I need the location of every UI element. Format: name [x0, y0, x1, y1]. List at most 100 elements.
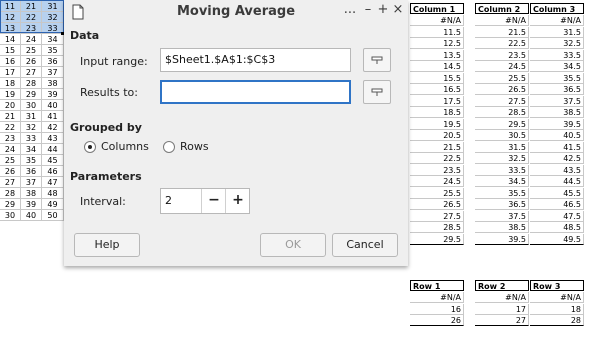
dialog-titlebar[interactable]: Moving Average ... – + ×	[64, 0, 408, 26]
output-cell[interactable]: 19.5	[410, 118, 464, 130]
output-cell[interactable]: 14.5	[410, 61, 464, 72]
output-cell[interactable]: 28.5	[475, 107, 529, 118]
rows-radio[interactable]	[163, 141, 175, 153]
output-cell[interactable]: 12.5	[410, 38, 464, 49]
cancel-button[interactable]: Cancel	[332, 233, 398, 257]
output-cell[interactable]: 18	[530, 303, 584, 315]
input-range-field[interactable]: $Sheet1.$A$1:$C$3	[160, 48, 351, 72]
output-cell[interactable]: 26	[410, 315, 464, 326]
output-cell[interactable]: 48.5	[530, 222, 584, 233]
sheet-cell[interactable]: 40	[42, 100, 64, 111]
output-cell[interactable]: 26.5	[475, 84, 529, 95]
sheet-cell[interactable]: 26	[21, 56, 42, 67]
sheet-cell[interactable]: 14	[0, 34, 21, 45]
sheet-cell[interactable]: 37	[42, 67, 64, 78]
output-cell[interactable]: 11.5	[410, 26, 464, 38]
help-button[interactable]: Help	[74, 233, 140, 257]
output-cell[interactable]: 17	[475, 303, 529, 315]
output-cell[interactable]: 18.5	[410, 107, 464, 118]
output-cell[interactable]: 36.5	[530, 84, 584, 95]
output-cell[interactable]: 33.5	[475, 164, 529, 176]
output-cell[interactable]: 34.5	[475, 176, 529, 187]
sheet-cell[interactable]: 33	[21, 133, 42, 144]
sheet-cell[interactable]: 18	[0, 78, 21, 89]
maximize-icon[interactable]: +	[376, 2, 390, 17]
close-icon[interactable]: ×	[391, 2, 405, 17]
output-cell[interactable]: 31.5	[475, 141, 529, 153]
columns-label[interactable]: Columns	[101, 140, 149, 153]
sheet-cell[interactable]: 41	[42, 111, 64, 122]
sheet-cell[interactable]: 28	[21, 78, 42, 89]
sheet-cell[interactable]: 27	[21, 67, 42, 78]
output-cell[interactable]: 25.5	[475, 72, 529, 84]
output-cell[interactable]: 46.5	[530, 199, 584, 210]
sheet-cell[interactable]: 48	[42, 188, 64, 199]
sheet-cell[interactable]: 21	[0, 111, 21, 122]
sheet-cell[interactable]: 29	[0, 199, 21, 210]
output-cell[interactable]: #N/A	[410, 292, 464, 303]
output-cell[interactable]: 37.5	[475, 210, 529, 222]
input-range-shrink-button[interactable]	[363, 48, 391, 72]
sheet-cell[interactable]: 27	[0, 177, 21, 188]
output-cell[interactable]: 21.5	[410, 141, 464, 153]
output-cell[interactable]: 21.5	[475, 26, 529, 38]
sheet-cell[interactable]: 44	[42, 144, 64, 155]
output-cell[interactable]: 42.5	[530, 153, 584, 164]
sheet-cell[interactable]: 16	[0, 56, 21, 67]
output-cell[interactable]: 13.5	[410, 49, 464, 61]
sheet-cell[interactable]: 24	[0, 144, 21, 155]
output-cell[interactable]: 16	[410, 303, 464, 315]
output-cell[interactable]: 47.5	[530, 210, 584, 222]
output-cell[interactable]: 24.5	[410, 176, 464, 187]
sheet-cell[interactable]: 30	[21, 100, 42, 111]
output-cell[interactable]: 25.5	[410, 187, 464, 199]
output-cell[interactable]: #N/A	[475, 292, 529, 303]
output-cell[interactable]: 29.5	[410, 233, 464, 245]
sheet-cell[interactable]: 19	[0, 89, 21, 100]
output-cell[interactable]: 24.5	[475, 61, 529, 72]
increment-button[interactable]: +	[225, 189, 250, 213]
output-header-cell[interactable]: Column 1	[410, 3, 464, 14]
sheet-cell[interactable]: 23	[0, 133, 21, 144]
sheet-cell[interactable]: 32	[21, 122, 42, 133]
output-cell[interactable]: 31.5	[530, 26, 584, 38]
output-header-cell[interactable]: Row 1	[410, 280, 464, 291]
sheet-cell[interactable]: 15	[0, 45, 21, 56]
sheet-cell[interactable]: 45	[42, 155, 64, 166]
sheet-cell[interactable]: 22	[0, 122, 21, 133]
sheet-cell[interactable]: 40	[21, 210, 42, 221]
output-cell[interactable]: 36.5	[475, 199, 529, 210]
output-cell[interactable]: 43.5	[530, 164, 584, 176]
sheet-cell[interactable]: 50	[42, 210, 64, 221]
output-header-cell[interactable]: Column 2	[475, 3, 529, 14]
output-cell[interactable]: 17.5	[410, 95, 464, 107]
rows-label[interactable]: Rows	[180, 140, 209, 153]
sheet-cell[interactable]: 37	[21, 177, 42, 188]
sheet-cell[interactable]: 25	[21, 45, 42, 56]
sheet-cell[interactable]: 24	[21, 34, 42, 45]
output-cell[interactable]: 29.5	[475, 118, 529, 130]
sheet-cell[interactable]: 46	[42, 166, 64, 177]
output-cell[interactable]: #N/A	[530, 292, 584, 303]
sheet-cell[interactable]: 38	[21, 188, 42, 199]
sheet-cell[interactable]: 20	[0, 100, 21, 111]
sheet-cell[interactable]: 34	[21, 144, 42, 155]
output-cell[interactable]: 28.5	[410, 222, 464, 233]
sheet-cell[interactable]: 49	[42, 199, 64, 210]
sheet-cell[interactable]: 42	[42, 122, 64, 133]
output-cell[interactable]: 35.5	[475, 187, 529, 199]
output-cell[interactable]: 38.5	[530, 107, 584, 118]
interval-spinner[interactable]: 2 − +	[160, 188, 250, 214]
sheet-cell[interactable]: 28	[0, 188, 21, 199]
sheet-cell[interactable]: 17	[0, 67, 21, 78]
sheet-cell[interactable]: 34	[42, 34, 64, 45]
sheet-cell[interactable]: 26	[0, 166, 21, 177]
sheet-cell[interactable]: 35	[21, 155, 42, 166]
output-cell[interactable]: 37.5	[530, 95, 584, 107]
right-spreadsheet[interactable]: Column 1 Column 2 Column 3 #N/A #N/A #N/A 11.5…	[408, 0, 590, 340]
output-cell[interactable]: #N/A	[475, 15, 529, 26]
output-cell[interactable]: 23.5	[475, 49, 529, 61]
output-cell[interactable]: 15.5	[410, 72, 464, 84]
output-cell[interactable]: 27	[475, 315, 529, 326]
output-cell[interactable]: 41.5	[530, 141, 584, 153]
